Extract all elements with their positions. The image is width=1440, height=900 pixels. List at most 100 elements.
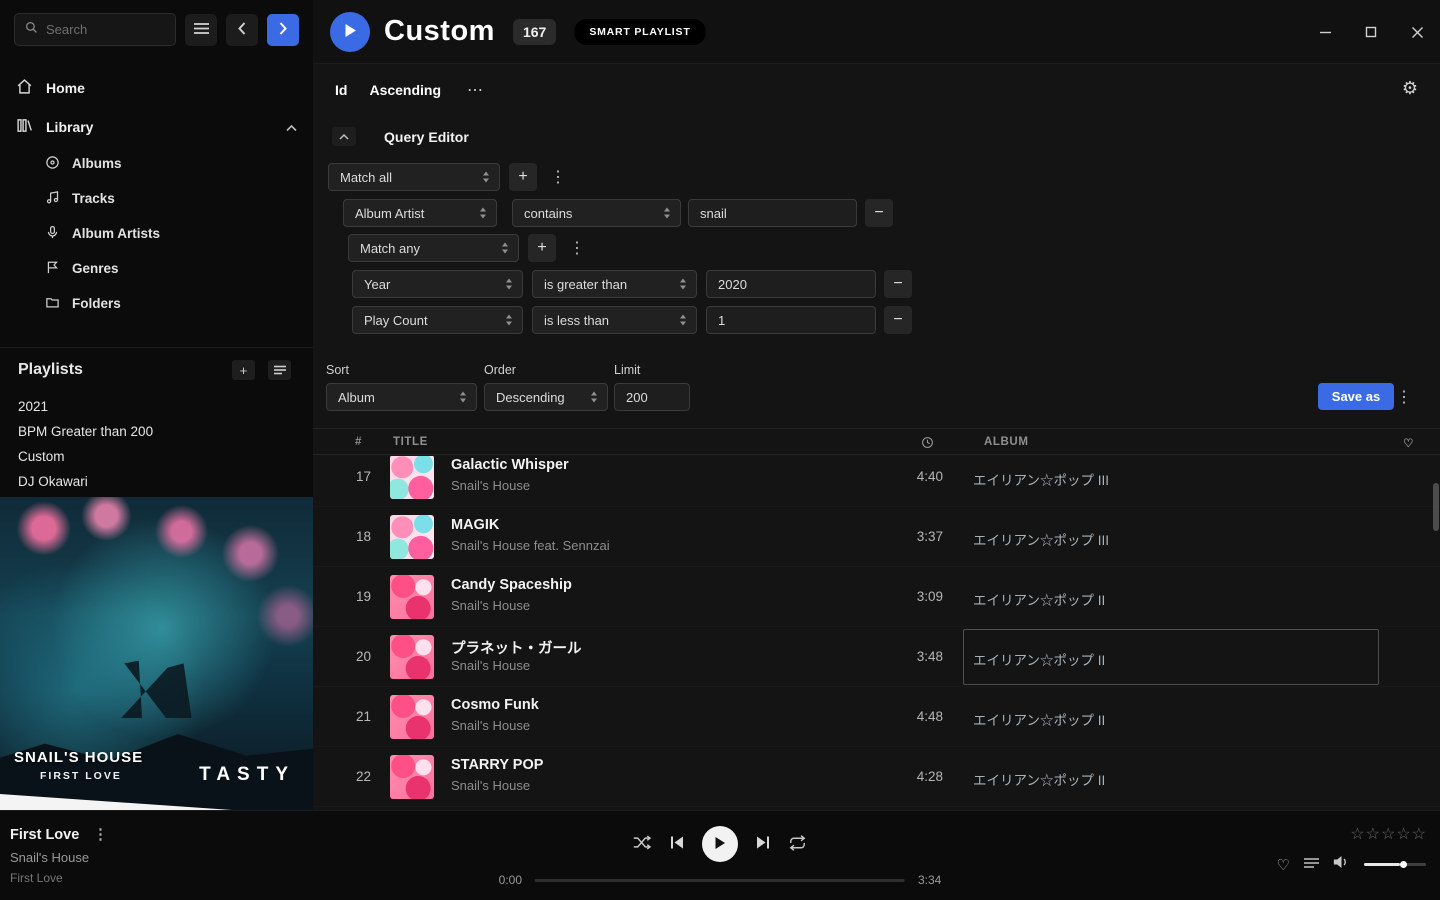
close-button[interactable]: [1409, 24, 1425, 40]
limit-input[interactable]: [614, 383, 690, 411]
sort-direction-button[interactable]: Ascending: [369, 82, 441, 98]
favorite-heart-icon[interactable]: ♡: [1277, 856, 1290, 874]
match-type-select[interactable]: Match all: [328, 163, 500, 191]
transport-controls: [633, 826, 807, 862]
repeat-button[interactable]: [788, 835, 807, 854]
remove-subrule-button[interactable]: −: [884, 270, 912, 298]
playlist-item[interactable]: BPM Greater than 200: [0, 419, 313, 444]
search-box[interactable]: [14, 13, 176, 46]
track-album: エイリアン☆ポップ II: [973, 709, 1105, 729]
playlist-item[interactable]: DJ Okawari: [0, 469, 313, 494]
track-number: 20: [341, 649, 371, 664]
select-spinner-icon: [505, 314, 513, 326]
playlist-item[interactable]: Custom: [0, 444, 313, 469]
volume-knob[interactable]: [1400, 861, 1407, 868]
track-row[interactable]: 21 Cosmo Funk Snail's House 4:48 エイリアン☆ポ…: [313, 687, 1440, 747]
star-icon[interactable]: ☆: [1381, 824, 1395, 844]
sidebar-item-albums[interactable]: Albums: [0, 146, 313, 181]
track-row[interactable]: 20 プラネット・ガール Snail's House 3:48 エイリアン☆ポッ…: [313, 627, 1440, 687]
sidebar-item-album-artists[interactable]: Album Artists: [0, 216, 313, 251]
seek-bar[interactable]: [535, 879, 905, 882]
playlists-title: Playlists: [18, 361, 83, 379]
track-album: エイリアン☆ポップ II: [973, 589, 1105, 609]
query-editor-collapse-button[interactable]: [332, 127, 356, 146]
menu-button[interactable]: [185, 14, 217, 46]
sidebar-item-genres[interactable]: Genres: [0, 251, 313, 286]
subrule-field-select[interactable]: Year: [352, 270, 523, 298]
column-title[interactable]: TITLE: [393, 436, 428, 448]
shuffle-button[interactable]: [633, 835, 652, 853]
track-number: 17: [341, 469, 371, 484]
save-menu-button[interactable]: ⋮: [1392, 387, 1416, 407]
add-playlist-button[interactable]: +: [232, 360, 255, 380]
sidebar-item-folders[interactable]: Folders: [0, 286, 313, 321]
nav-forward-button[interactable]: [267, 14, 299, 46]
collapse-chevron-up-icon[interactable]: [286, 119, 297, 135]
playlists-section: Playlists + 2021 BPM Greater than 200 Cu…: [0, 347, 313, 519]
subrule-value-input[interactable]: [706, 270, 876, 298]
add-rule-button[interactable]: +: [509, 163, 537, 191]
column-number[interactable]: #: [355, 436, 362, 448]
volume-slider[interactable]: [1364, 863, 1426, 866]
subgroup-menu-button[interactable]: ⋮: [565, 238, 589, 258]
column-album[interactable]: ALBUM: [984, 436, 1029, 448]
sidebar-item-home[interactable]: Home: [0, 68, 313, 107]
subrule-field-select[interactable]: Play Count: [352, 306, 523, 334]
queue-icon[interactable]: [1304, 856, 1319, 874]
clock-icon[interactable]: [921, 436, 934, 452]
next-button[interactable]: [756, 836, 770, 852]
play-pause-button[interactable]: [702, 826, 738, 862]
album-art-title: FIRST LOVE: [40, 770, 143, 782]
track-row[interactable]: 17 Galactic Whisper Snail's House 4:40 エ…: [313, 456, 1440, 507]
volume-icon[interactable]: [1333, 855, 1350, 874]
group-menu-button[interactable]: ⋮: [546, 167, 570, 187]
track-artist: Snail's House: [451, 718, 530, 733]
remove-rule-button[interactable]: −: [865, 199, 893, 227]
more-options-button[interactable]: ⋯: [467, 80, 484, 100]
track-row[interactable]: 22 STARRY POP Snail's House 4:28 エイリアン☆ポ…: [313, 747, 1440, 807]
nav-back-button[interactable]: [226, 14, 258, 46]
play-playlist-button[interactable]: [330, 12, 370, 52]
maximize-button[interactable]: [1363, 24, 1379, 40]
now-playing-title: First Love: [10, 827, 79, 843]
sort-select[interactable]: Album: [326, 383, 477, 411]
track-row[interactable]: 19 Candy Spaceship Snail's House 3:09 エイ…: [313, 567, 1440, 627]
star-icon[interactable]: ☆: [1412, 824, 1426, 844]
add-subrule-button[interactable]: +: [528, 234, 556, 262]
save-as-button[interactable]: Save as: [1318, 383, 1394, 410]
now-playing-menu-button[interactable]: ⋮: [93, 827, 108, 843]
track-row[interactable]: 18 MAGIK Snail's House feat. Sennzai 3:3…: [313, 507, 1440, 567]
playlist-item[interactable]: 2021: [0, 394, 313, 419]
star-icon[interactable]: ☆: [1350, 824, 1364, 844]
remove-subrule-button[interactable]: −: [884, 306, 912, 334]
album-art-credit: SNAIL'S HOUSE FIRST LOVE: [14, 749, 143, 782]
player-right-controls: ♡: [1277, 855, 1426, 874]
sidebar-item-tracks[interactable]: Tracks: [0, 181, 313, 216]
gear-icon[interactable]: ⚙: [1402, 78, 1418, 99]
sort-field-button[interactable]: Id: [335, 82, 347, 98]
query-editor-header: Query Editor: [332, 127, 469, 146]
subgroup-match-type-select[interactable]: Match any: [348, 234, 519, 262]
playlist-list-button[interactable]: [268, 360, 291, 380]
minimize-button[interactable]: [1317, 24, 1333, 40]
subrule-operator-select[interactable]: is greater than: [532, 270, 697, 298]
sort-label: Sort: [326, 363, 349, 377]
rule-field-select[interactable]: Album Artist: [343, 199, 497, 227]
subrule-value-input[interactable]: [706, 306, 876, 334]
scrollbar-thumb[interactable]: [1433, 483, 1439, 531]
search-input[interactable]: [46, 22, 165, 37]
order-select[interactable]: Descending: [484, 383, 608, 411]
volume-fill: [1364, 863, 1400, 866]
star-icon[interactable]: ☆: [1366, 824, 1380, 844]
subrule-operator-select[interactable]: is less than: [532, 306, 697, 334]
track-duration: 3:48: [873, 649, 943, 664]
previous-button[interactable]: [670, 836, 684, 852]
select-value: Album Artist: [355, 206, 424, 221]
heart-column-icon[interactable]: ♡: [1403, 436, 1414, 450]
star-icon[interactable]: ☆: [1396, 824, 1410, 844]
rule-operator-select[interactable]: contains: [512, 199, 681, 227]
sidebar-item-library[interactable]: Library: [0, 107, 313, 146]
rule-value-input[interactable]: [688, 199, 857, 227]
track-number: 19: [341, 589, 371, 604]
play-icon: [714, 836, 726, 853]
